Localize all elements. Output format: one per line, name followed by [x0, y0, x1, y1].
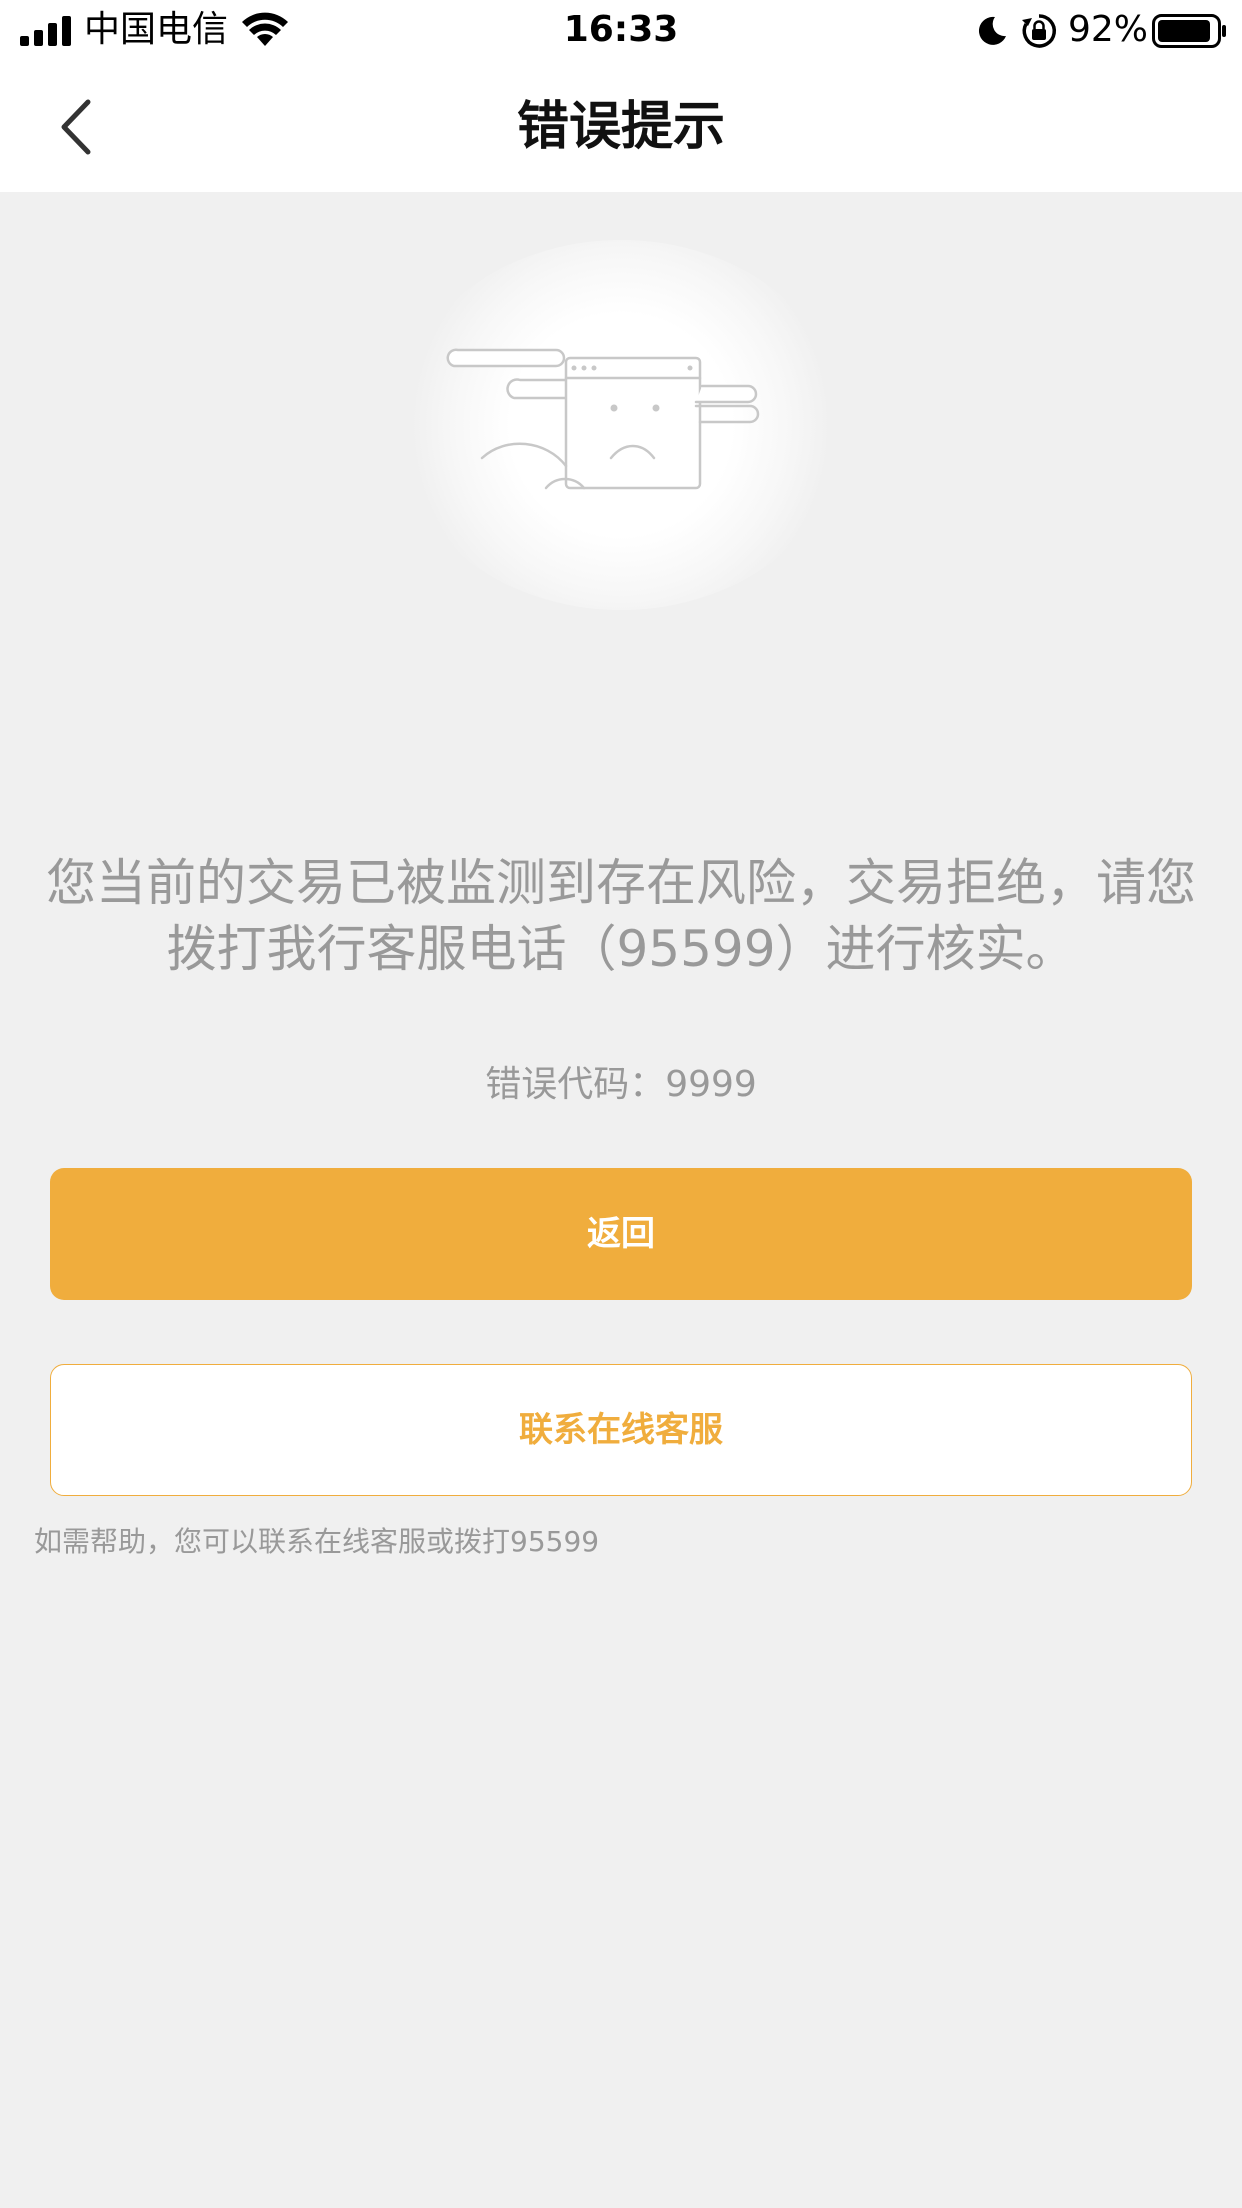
- return-button[interactable]: 返回: [50, 1168, 1192, 1300]
- back-chevron-icon[interactable]: [40, 92, 110, 162]
- navigation-bar: 错误提示: [0, 62, 1242, 192]
- status-bar: 中国电信 16:33 92%: [0, 0, 1242, 62]
- rotation-lock-icon: [1022, 14, 1056, 48]
- contact-online-service-button[interactable]: 联系在线客服: [50, 1364, 1192, 1496]
- error-illustration: [396, 240, 846, 610]
- page-title: 错误提示: [516, 97, 725, 157]
- battery-icon: [1152, 14, 1226, 48]
- battery-percentage: 92%: [1068, 9, 1149, 50]
- error-code: 错误代码：9999: [485, 1064, 757, 1105]
- help-text: 如需帮助，您可以联系在线客服或拨打95599: [34, 1525, 600, 1558]
- error-message: 您当前的交易已被监测到存在风险，交易拒绝，请您拨打我行客服电话（95599）进行…: [46, 854, 1196, 978]
- sad-window-icon: [446, 348, 760, 490]
- do-not-disturb-moon-icon: [978, 16, 1006, 45]
